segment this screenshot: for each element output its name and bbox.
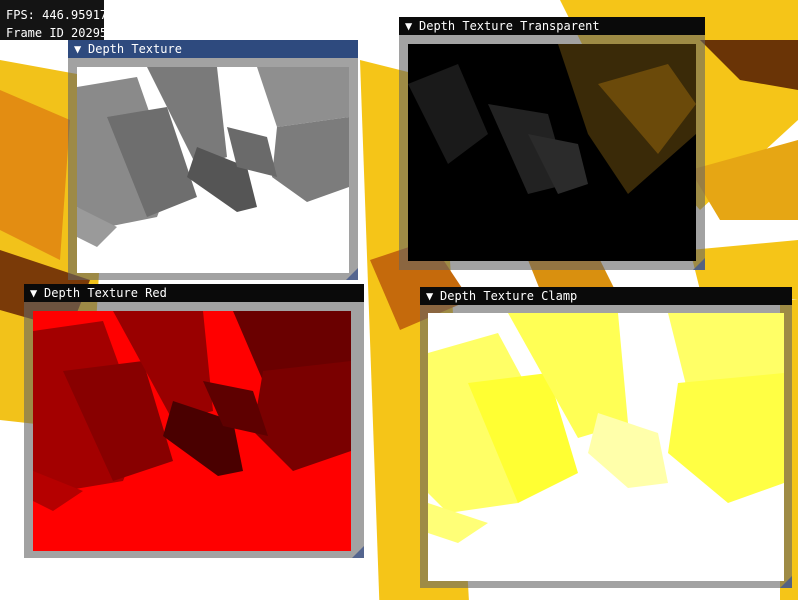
window-depth-texture-transparent[interactable]: ▼ Depth Texture Transparent (399, 17, 705, 270)
resize-grip[interactable] (780, 576, 792, 588)
collapse-triangle-icon[interactable]: ▼ (74, 40, 88, 58)
window-titlebar[interactable]: ▼ Depth Texture Transparent (399, 17, 705, 35)
depth-texture-image (77, 67, 349, 273)
window-depth-texture-red[interactable]: ▼ Depth Texture Red (24, 284, 364, 558)
window-depth-texture-clamp[interactable]: ▼ Depth Texture Clamp (420, 287, 792, 588)
window-titlebar[interactable]: ▼ Depth Texture (68, 40, 358, 58)
depth-texture-clamp-image (428, 313, 784, 581)
collapse-triangle-icon[interactable]: ▼ (30, 284, 44, 302)
window-titlebar[interactable]: ▼ Depth Texture Red (24, 284, 364, 302)
collapse-triangle-icon[interactable]: ▼ (426, 287, 440, 305)
resize-grip[interactable] (346, 268, 358, 280)
collapse-triangle-icon[interactable]: ▼ (405, 17, 419, 35)
scene-slab (0, 90, 70, 260)
stats-overlay: FPS: 446.95917 Frame ID 20295 (0, 0, 104, 40)
resize-grip[interactable] (693, 258, 705, 270)
window-titlebar[interactable]: ▼ Depth Texture Clamp (420, 287, 792, 305)
fps-text: FPS: 446.95917 (6, 8, 104, 22)
window-title: Depth Texture Clamp (440, 289, 578, 303)
frame-id-text: Frame ID 20295 (6, 26, 104, 40)
depth-texture-transparent-image (408, 44, 696, 261)
resize-grip[interactable] (352, 546, 364, 558)
window-title: Depth Texture Red (44, 286, 167, 300)
depth-texture-red-image (33, 311, 351, 551)
window-depth-texture[interactable]: ▼ Depth Texture (68, 40, 358, 280)
window-title: Depth Texture Transparent (419, 19, 600, 33)
window-title: Depth Texture (88, 42, 182, 56)
